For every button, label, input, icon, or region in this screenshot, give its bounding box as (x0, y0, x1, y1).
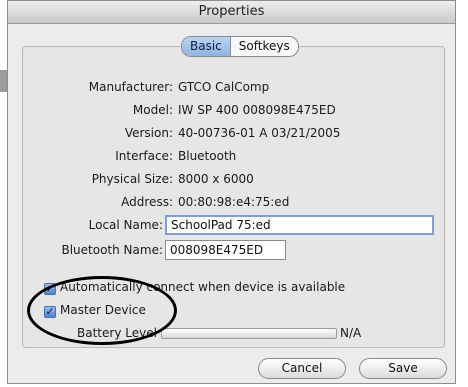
master-device-checkbox[interactable]: ✓ (44, 306, 56, 318)
manufacturer-label: Manufacturer: (88, 80, 173, 94)
physical-size-value: 8000 x 6000 (178, 172, 254, 186)
cancel-button[interactable]: Cancel (258, 358, 346, 379)
auto-connect-label[interactable]: Automatically connect when device is ava… (60, 280, 345, 294)
tab-softkeys[interactable]: Softkeys (231, 37, 298, 56)
bluetooth-name-field[interactable]: 008098E475ED (165, 240, 286, 260)
physical-size-label: Physical Size: (91, 172, 173, 186)
properties-window: Properties Manufacturer: GTCO CalComp Mo… (7, 0, 456, 384)
window-title: Properties (8, 1, 455, 24)
address-value: 00:80:98:e4:75:ed (178, 195, 290, 209)
model-value: IW SP 400 008098E475ED (178, 103, 336, 117)
address-label: Address: (121, 195, 173, 209)
battery-level-value: N/A (340, 326, 362, 340)
battery-level-label: Battery Level (77, 326, 157, 340)
local-name-field[interactable]: SchoolPad 75:ed (165, 215, 434, 235)
background-window-fragment (0, 70, 7, 92)
save-button[interactable]: Save (359, 358, 447, 379)
battery-level-bar (161, 328, 337, 339)
manufacturer-value: GTCO CalComp (178, 80, 270, 94)
interface-value: Bluetooth (178, 149, 237, 163)
basic-panel: Manufacturer: GTCO CalComp Model: IW SP … (22, 46, 445, 348)
version-label: Version: (124, 126, 173, 140)
tab-basic[interactable]: Basic (182, 37, 231, 56)
interface-label: Interface: (115, 149, 173, 163)
auto-connect-checkbox[interactable]: ✓ (44, 283, 56, 295)
tab-bar: Basic Softkeys (181, 36, 299, 57)
master-device-label[interactable]: Master Device (60, 303, 146, 317)
model-label: Model: (132, 103, 173, 117)
version-value: 40-00736-01 A 03/21/2005 (178, 126, 341, 140)
bluetooth-name-label: Bluetooth Name: (61, 243, 163, 257)
local-name-label: Local Name: (88, 218, 163, 232)
